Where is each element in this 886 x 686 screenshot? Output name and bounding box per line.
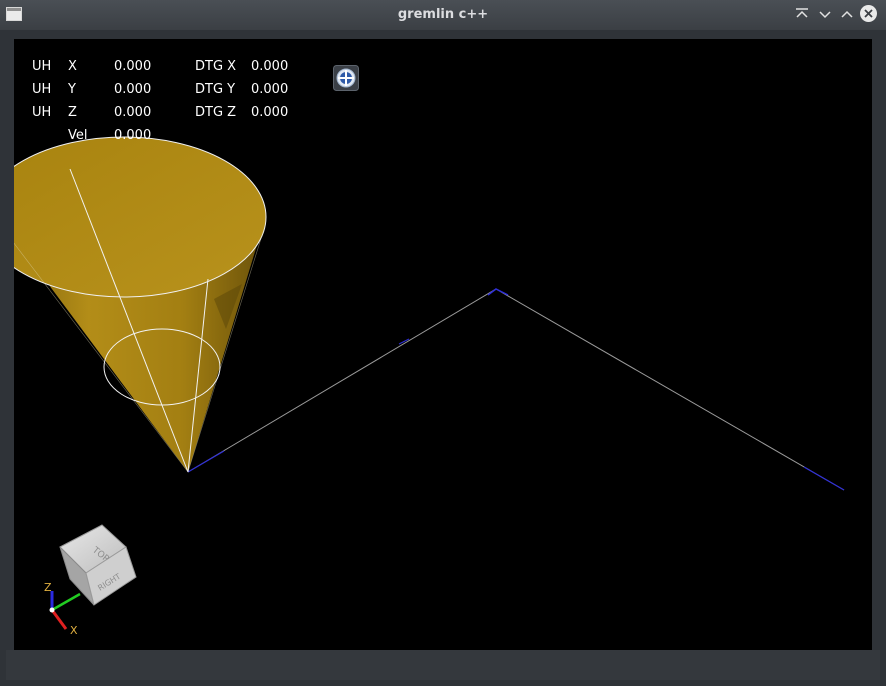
keep-above-button[interactable] bbox=[792, 4, 812, 24]
toolpath bbox=[187, 288, 845, 491]
gremlin-3d-viewport[interactable]: TOP RIGHT Z X UH X 0.000 DTG X 0.000 UH … bbox=[14, 39, 872, 650]
minimize-icon bbox=[819, 11, 831, 19]
dtg-value: 0.000 bbox=[251, 82, 289, 97]
axes-triad: Z X bbox=[44, 581, 81, 637]
dro-value: 0.000 bbox=[114, 82, 152, 97]
dro-prefix: UH bbox=[32, 105, 52, 120]
close-icon bbox=[864, 9, 873, 18]
dtg-label: DTG X bbox=[195, 59, 237, 74]
dtg-label: DTG Y bbox=[195, 82, 236, 97]
shade-icon bbox=[796, 8, 808, 18]
vel-value: 0.000 bbox=[114, 128, 152, 143]
close-button[interactable] bbox=[860, 5, 877, 22]
minimize-button[interactable] bbox=[815, 4, 835, 24]
dro-prefix: UH bbox=[32, 59, 52, 74]
dro-value: 0.000 bbox=[114, 105, 152, 120]
dtg-label: DTG Z bbox=[195, 105, 237, 120]
maximize-icon bbox=[841, 10, 853, 18]
dro-axis-label: Y bbox=[68, 82, 76, 97]
title-bar: gremlin c++ bbox=[0, 0, 886, 30]
zoom-fit-icon[interactable] bbox=[333, 65, 359, 91]
dtg-value: 0.000 bbox=[251, 59, 289, 74]
view-cube[interactable]: TOP RIGHT bbox=[59, 524, 137, 606]
vel-label: Vel bbox=[68, 128, 88, 143]
axis-x-label: X bbox=[70, 624, 78, 637]
dro-axis-label: Z bbox=[68, 105, 77, 120]
axis-z-label: Z bbox=[44, 581, 52, 594]
dtg-value: 0.000 bbox=[251, 105, 289, 120]
status-strip bbox=[6, 650, 880, 680]
dro-axis-label: X bbox=[68, 59, 77, 74]
maximize-button[interactable] bbox=[837, 4, 857, 24]
dro-value: 0.000 bbox=[114, 59, 152, 74]
window-title: gremlin c++ bbox=[397, 7, 489, 22]
dro-prefix: UH bbox=[32, 82, 52, 97]
tool-cone bbox=[14, 136, 267, 473]
